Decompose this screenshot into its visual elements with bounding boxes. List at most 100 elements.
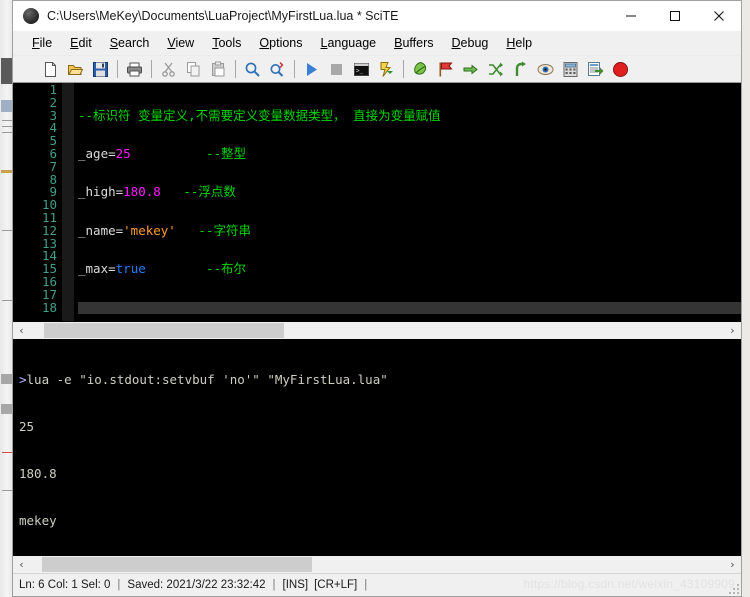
replace-icon[interactable] xyxy=(266,58,288,80)
export-icon[interactable] xyxy=(584,58,606,80)
menu-label: anguage xyxy=(327,36,377,50)
minimize-button[interactable] xyxy=(609,1,653,31)
bookmark-flag-icon[interactable] xyxy=(434,58,456,80)
line-number: 18 xyxy=(41,299,57,315)
resize-grip[interactable] xyxy=(728,583,739,594)
menu-item-edit[interactable]: Edit xyxy=(61,34,101,52)
menu-item-buffers[interactable]: Buffers xyxy=(385,34,442,52)
run-icon[interactable] xyxy=(300,58,322,80)
code-line: _max=true --布尔 xyxy=(78,261,741,277)
svg-text:>_: >_ xyxy=(356,67,364,74)
lua-leaf-icon[interactable] xyxy=(409,58,431,80)
scroll-right-arrow[interactable]: › xyxy=(724,322,741,339)
goto-next-icon[interactable] xyxy=(459,58,481,80)
line-number-gutter: 1 2 3 4 5 6 7 8 9 10 11 12 13 14 15 16 1… xyxy=(16,83,62,321)
calculator-icon[interactable] xyxy=(559,58,581,80)
menu-item-debug[interactable]: Debug xyxy=(443,34,498,52)
code-comment: --标识符 变量定义,不需要定义变量数据类型， 直接为变量赋值 xyxy=(78,107,441,123)
menu-label: ptions xyxy=(269,36,303,50)
code-line: _name='mekey' --字符串 xyxy=(78,222,741,238)
output-text: lua -e "io.stdout:setvbuf 'no'" "MyFirst… xyxy=(26,372,388,388)
paste-icon[interactable] xyxy=(207,58,229,80)
status-insert-mode[interactable]: [INS] xyxy=(283,579,309,591)
scroll-thumb[interactable] xyxy=(44,323,284,338)
code-string: 'mekey' xyxy=(123,222,176,238)
scroll-left-arrow[interactable]: ‹ xyxy=(13,322,30,339)
editor-horizontal-scrollbar[interactable]: ‹ › xyxy=(13,321,741,339)
status-divider: | xyxy=(364,579,368,591)
output-text: mekey xyxy=(19,512,57,528)
status-line-ending[interactable]: [CR+LF] xyxy=(314,579,357,591)
new-file-icon[interactable] xyxy=(39,58,61,80)
status-divider: | xyxy=(117,579,121,591)
output-horizontal-scrollbar[interactable]: ‹ › xyxy=(13,556,741,573)
code-identifier: _max= xyxy=(78,261,116,277)
menu-label: iew xyxy=(175,36,195,50)
menu-item-options[interactable]: Options xyxy=(250,34,311,52)
code-line-current xyxy=(78,301,741,315)
print-icon[interactable] xyxy=(123,58,145,80)
menu-label: ools xyxy=(218,36,242,50)
output-text: 25 xyxy=(19,418,35,434)
stop-build-icon[interactable] xyxy=(325,58,347,80)
code-line: --标识符 变量定义,不需要定义变量数据类型， 直接为变量赋值 xyxy=(78,107,741,123)
output-line: 180.8 xyxy=(19,466,741,482)
toolbar-separator xyxy=(117,60,118,78)
code-comment: --整型 xyxy=(205,145,247,161)
code-comment: --字符串 xyxy=(198,222,251,238)
scroll-track[interactable] xyxy=(30,322,724,339)
shuffle-icon[interactable] xyxy=(484,58,506,80)
menu-label: earch xyxy=(118,36,150,50)
menu-label: ile xyxy=(39,36,53,50)
code-comment: --布尔 xyxy=(205,261,247,277)
menu-label: ebug xyxy=(460,36,489,50)
close-button[interactable] xyxy=(697,1,741,31)
menu-item-tools[interactable]: Tools xyxy=(203,34,250,52)
scite-app-icon xyxy=(23,8,39,24)
menu-item-help[interactable]: Help xyxy=(497,34,541,52)
status-saved-time: Saved: 2021/3/22 23:32:42 xyxy=(127,579,266,591)
copy-icon[interactable] xyxy=(182,58,204,80)
toolbar-separator xyxy=(151,60,152,78)
arrow-turn-icon[interactable] xyxy=(509,58,531,80)
find-icon[interactable] xyxy=(241,58,263,80)
open-folder-icon[interactable] xyxy=(64,58,86,80)
save-icon[interactable] xyxy=(89,58,111,80)
menu-item-language[interactable]: Language xyxy=(312,34,386,52)
menu-item-file[interactable]: File xyxy=(23,34,61,52)
toolbar-separator xyxy=(294,60,295,78)
status-bar: Ln: 6 Col: 1 Sel: 0 | Saved: 2021/3/22 2… xyxy=(13,573,741,596)
code-number: 25 xyxy=(115,145,131,161)
code-editor-pane[interactable]: 1 2 3 4 5 6 7 8 9 10 11 12 13 14 15 16 1… xyxy=(13,83,741,321)
menu-item-view[interactable]: View xyxy=(158,34,203,52)
console-icon[interactable]: >_ xyxy=(350,58,372,80)
scroll-right-arrow[interactable]: › xyxy=(724,556,741,573)
scroll-left-arrow[interactable]: ‹ xyxy=(13,556,30,573)
toolbar: >_ xyxy=(13,56,741,83)
menu-label: uffers xyxy=(402,36,434,50)
fold-margin[interactable] xyxy=(62,83,74,321)
watermark-text: https://blog.csdn.net/weixin_43109909 xyxy=(523,577,735,591)
toolbar-separator xyxy=(235,60,236,78)
eye-icon[interactable] xyxy=(534,58,556,80)
window-controls xyxy=(609,1,741,31)
compile-icon[interactable] xyxy=(375,58,397,80)
scroll-thumb[interactable] xyxy=(42,557,312,572)
code-text-area[interactable]: --标识符 变量定义,不需要定义变量数据类型， 直接为变量赋值 _age=25 … xyxy=(74,83,741,321)
code-identifier: _age= xyxy=(78,145,116,161)
cut-icon[interactable] xyxy=(157,58,179,80)
menu-mnemonic: F xyxy=(32,36,40,50)
stop-icon[interactable] xyxy=(609,58,631,80)
output-console-pane[interactable]: >lua -e "io.stdout:setvbuf 'no'" "MyFirs… xyxy=(13,339,741,556)
scroll-track[interactable] xyxy=(30,556,724,573)
menu-item-search[interactable]: Search xyxy=(101,34,159,52)
code-comment: --浮点数 xyxy=(183,184,236,200)
menu-mnemonic: D xyxy=(451,36,461,50)
maximize-button[interactable] xyxy=(653,1,697,31)
code-identifier: _name= xyxy=(78,222,124,238)
menu-bar: File Edit Search View Tools Options Lang… xyxy=(13,31,741,56)
title-bar: C:\Users\MeKey\Documents\LuaProject\MyFi… xyxy=(13,1,741,31)
code-keyword: true xyxy=(115,261,146,277)
menu-mnemonic: E xyxy=(70,36,79,50)
status-cursor-position[interactable]: Ln: 6 Col: 1 Sel: 0 xyxy=(19,579,110,591)
